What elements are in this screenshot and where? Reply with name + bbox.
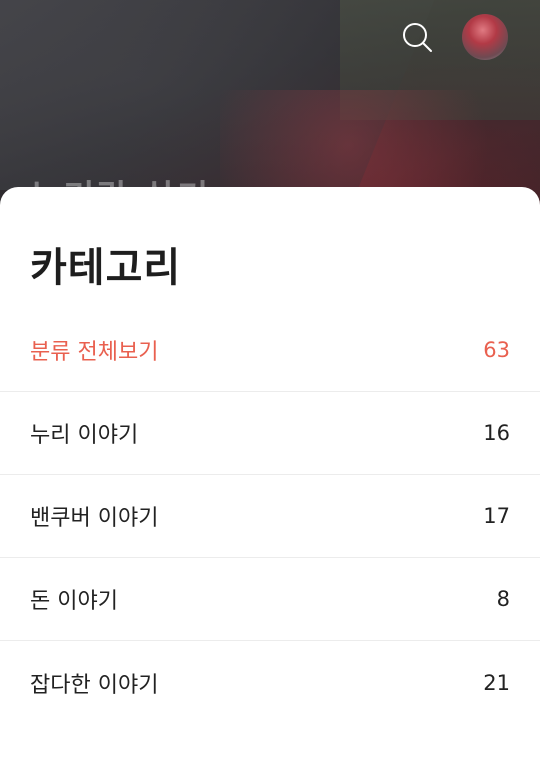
category-item-money[interactable]: 돈 이야기 8 <box>0 558 540 641</box>
category-label: 잡다한 이야기 <box>30 672 159 698</box>
category-sheet: 카테고리 분류 전체보기 63 누리 이야기 16 밴쿠버 이야기 17 돈 이… <box>0 187 540 781</box>
category-label: 누리 이야기 <box>30 423 139 448</box>
sheet-title: 카테고리 <box>30 245 182 291</box>
category-count: 63 <box>483 338 510 362</box>
category-item-misc[interactable]: 잡다한 이야기 21 <box>0 641 540 724</box>
category-count: 8 <box>496 587 510 611</box>
category-item-all[interactable]: 분류 전체보기 63 <box>0 309 540 392</box>
category-count: 21 <box>483 670 510 695</box>
search-icon <box>403 23 432 52</box>
profile-avatar[interactable] <box>462 14 508 60</box>
category-count: 16 <box>483 421 510 445</box>
category-item-vancouver[interactable]: 밴쿠버 이야기 17 <box>0 475 540 558</box>
category-count: 17 <box>483 504 510 528</box>
category-item-nuri[interactable]: 누리 이야기 16 <box>0 392 540 475</box>
category-label: 분류 전체보기 <box>30 340 159 365</box>
category-label: 밴쿠버 이야기 <box>30 506 159 531</box>
search-button[interactable] <box>400 20 434 54</box>
hero-leaves-shape <box>220 90 540 200</box>
category-label: 돈 이야기 <box>30 589 118 614</box>
category-list: 분류 전체보기 63 누리 이야기 16 밴쿠버 이야기 17 돈 이야기 8 … <box>0 309 540 724</box>
